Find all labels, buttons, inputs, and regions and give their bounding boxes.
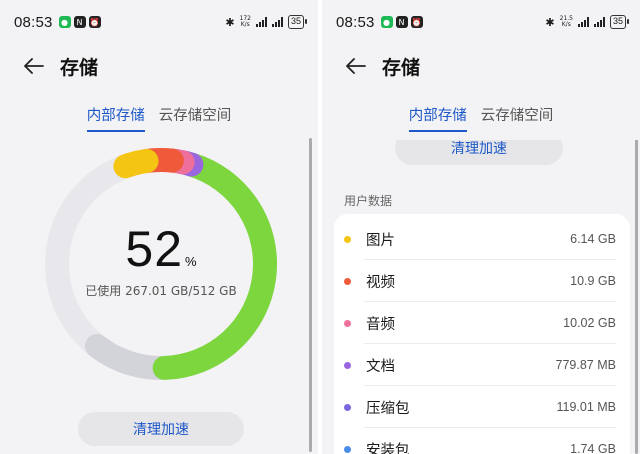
app-bar: 存储 xyxy=(0,48,318,84)
item-size: 10.02 GB xyxy=(563,316,616,330)
item-size: 1.74 GB xyxy=(570,442,616,454)
signal-icon xyxy=(577,17,589,27)
signal-icon-2 xyxy=(271,17,283,27)
user-data-label: 用户数据 xyxy=(344,194,393,208)
list-item-videos[interactable]: 视频 10.9 GB xyxy=(334,260,630,302)
list-item-documents[interactable]: 文档 779.87 MB xyxy=(334,344,630,386)
app-notification-icon: N xyxy=(395,16,408,28)
alarm-icon: ⏰ xyxy=(410,16,423,28)
status-bar: 08:53 ● N ⏰ ✱ 21.5 K/s 35 xyxy=(322,0,640,44)
scrollbar[interactable] xyxy=(635,138,638,454)
item-size: 10.9 GB xyxy=(570,274,616,288)
category-color-dot xyxy=(344,361,351,369)
category-color-dot xyxy=(344,319,351,327)
status-time: 08:53 xyxy=(336,13,375,31)
user-data-list: 图片 6.14 GB 视频 10.9 GB 音频 10.02 GB 文档 779… xyxy=(334,214,630,454)
clean-accelerate-button[interactable]: 清理加速 xyxy=(78,412,244,446)
signal-icon xyxy=(255,17,267,27)
item-name: 文档 xyxy=(366,358,395,375)
storage-usage-ring: 52% 已使用 267.01 GB/512 GB xyxy=(45,148,277,380)
status-time: 08:53 xyxy=(14,13,53,31)
category-color-dot xyxy=(344,235,351,243)
page-title: 存储 xyxy=(382,56,421,79)
page-title: 存储 xyxy=(60,56,99,79)
network-speed: 21.5 K/s xyxy=(559,15,573,28)
bluetooth-icon: ✱ xyxy=(545,15,555,29)
tab-cloud-storage[interactable]: 云存储空间 xyxy=(159,104,232,132)
list-item-install-packages[interactable]: 安装包 1.74 GB xyxy=(334,428,630,454)
item-size: 119.01 MB xyxy=(556,400,616,414)
ring-segment-0 xyxy=(113,149,159,179)
category-color-dot xyxy=(344,277,351,285)
item-name: 安装包 xyxy=(366,442,410,454)
usage-percent: 52% xyxy=(125,221,197,277)
item-name: 音频 xyxy=(366,316,395,333)
list-item-audio[interactable]: 音频 10.02 GB xyxy=(334,302,630,344)
bluetooth-icon: ✱ xyxy=(225,15,235,29)
storage-tabs: 内部存储 云存储空间 xyxy=(322,104,640,132)
item-name: 图片 xyxy=(366,232,395,249)
item-name: 视频 xyxy=(366,274,395,291)
usage-detail: 已使用 267.01 GB/512 GB xyxy=(85,284,237,298)
network-speed: 172 K/s xyxy=(239,15,251,28)
status-bar: 08:53 ● N ⏰ ✱ 172 K/s 35 xyxy=(0,0,318,44)
category-color-dot xyxy=(344,403,351,411)
alarm-icon: ⏰ xyxy=(88,16,101,28)
tab-internal-storage[interactable]: 内部存储 xyxy=(408,104,467,132)
item-size: 779.87 MB xyxy=(555,358,616,372)
back-arrow-icon[interactable] xyxy=(344,54,368,78)
wechat-notification-icon: ● xyxy=(58,16,71,28)
tab-internal-storage[interactable]: 内部存储 xyxy=(86,104,145,132)
app-bar: 存储 xyxy=(322,48,640,84)
scrollbar[interactable] xyxy=(309,138,312,452)
list-item-images[interactable]: 图片 6.14 GB xyxy=(334,218,630,260)
storage-user-data-screen: 08:53 ● N ⏰ ✱ 21.5 K/s 35 存储 清理加速 内部存储 云… xyxy=(322,0,640,454)
list-item-archives[interactable]: 压缩包 119.01 MB xyxy=(334,386,630,428)
category-color-dot xyxy=(344,445,351,453)
item-name: 压缩包 xyxy=(366,400,410,417)
storage-tabs: 内部存储 云存储空间 xyxy=(0,104,318,132)
signal-icon-2 xyxy=(593,17,605,27)
battery-icon: 35 xyxy=(609,15,630,29)
back-arrow-icon[interactable] xyxy=(22,54,46,78)
storage-overview-screen: 08:53 ● N ⏰ ✱ 172 K/s 35 存储 内部存储 云存储空间 5… xyxy=(0,0,318,454)
item-size: 6.14 GB xyxy=(570,232,616,246)
app-notification-icon: N xyxy=(73,16,86,28)
battery-icon: 35 xyxy=(287,15,308,29)
wechat-notification-icon: ● xyxy=(380,16,393,28)
tab-cloud-storage[interactable]: 云存储空间 xyxy=(481,104,554,132)
